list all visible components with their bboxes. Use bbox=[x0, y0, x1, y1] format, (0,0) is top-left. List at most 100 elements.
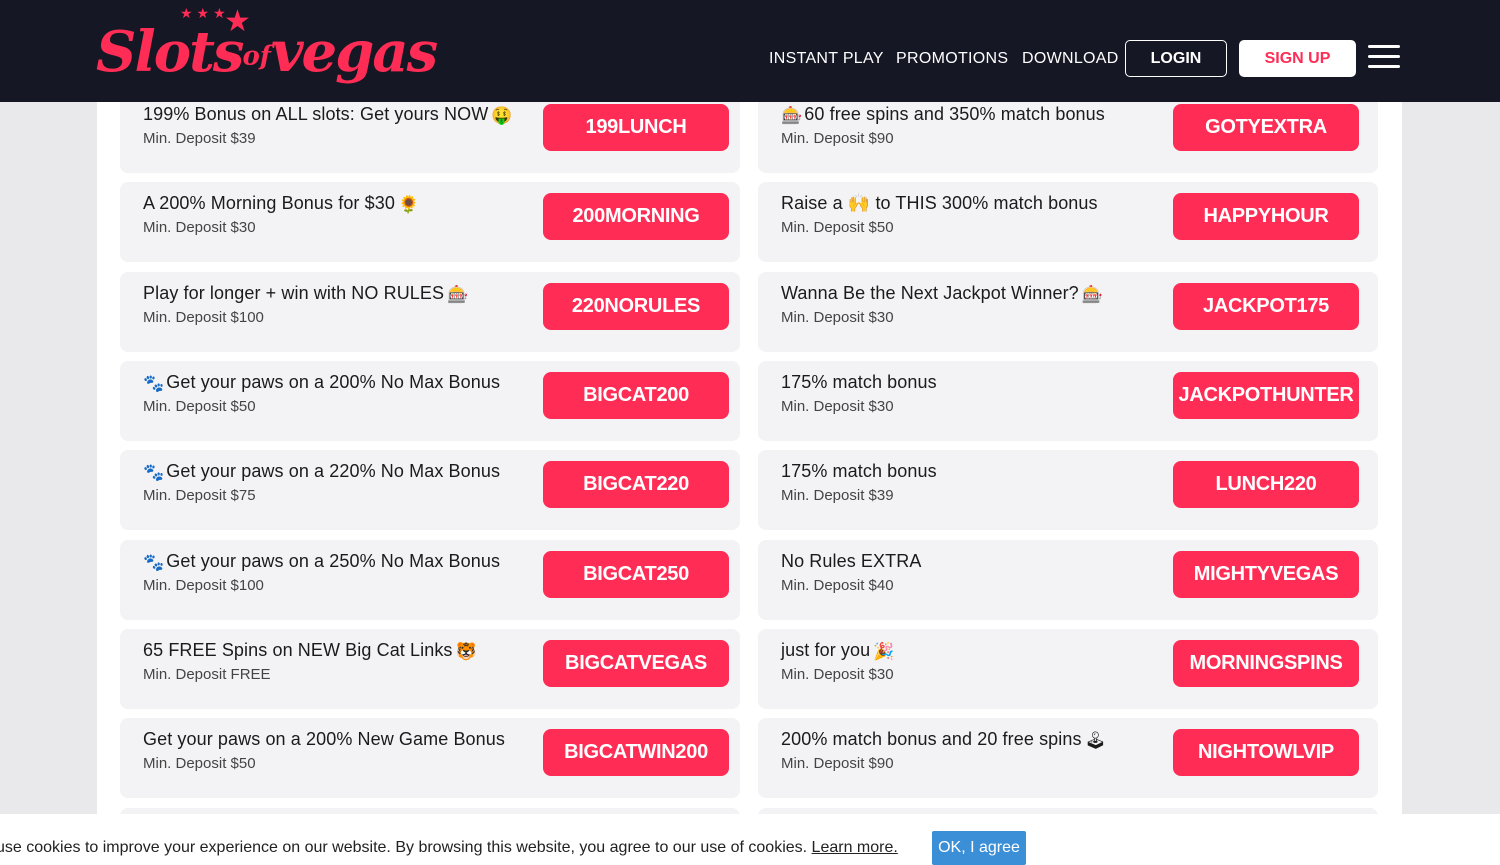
promo-min-deposit: Min. Deposit $90 bbox=[781, 130, 894, 147]
promo-min-deposit: Min. Deposit $90 bbox=[781, 755, 894, 772]
promo-code-button[interactable]: BIGCATVEGAS bbox=[543, 640, 729, 687]
promo-title: 65 FREE Spins on NEW Big Cat Links 🐯 bbox=[143, 639, 480, 663]
promo-min-deposit: Min. Deposit $30 bbox=[781, 398, 894, 415]
promo-code-button[interactable]: JACKPOT175 bbox=[1173, 283, 1359, 330]
promo-title-text: Play for longer + win with NO RULES bbox=[143, 283, 445, 303]
promo-card: No Rules EXTRA Min. Deposit $40 MIGHTYVEGA… bbox=[758, 540, 1378, 620]
promo-emoji-icon: 🎉 bbox=[873, 642, 895, 661]
cookie-text: use cookies to improve your experience o… bbox=[0, 839, 898, 857]
site-header: ★★★ ★ Slotsofvegas INSTANT PLAY PROMOTIO… bbox=[0, 0, 1500, 102]
promo-title: 175% match bonus bbox=[781, 371, 937, 393]
promo-title-text: No Rules EXTRA bbox=[781, 551, 922, 571]
promo-card: 65 FREE Spins on NEW Big Cat Links 🐯 Min. … bbox=[120, 629, 740, 709]
promo-title: 🐾 Get your paws on a 200% No Max Bonus bbox=[143, 371, 500, 395]
promo-title-text: Raise a 🙌 to THIS 300% match bonus bbox=[781, 193, 1098, 213]
promo-min-deposit: Min. Deposit $30 bbox=[781, 309, 894, 326]
promo-title: 199% Bonus on ALL slots: Get yours NOW 🤑 bbox=[143, 103, 516, 127]
promo-title: 175% match bonus bbox=[781, 460, 937, 482]
promo-card: Get your paws on a 200% New Game Bonus Mi… bbox=[120, 718, 740, 798]
promo-title: Get your paws on a 200% New Game Bonus bbox=[143, 728, 505, 750]
logo-word-vegas: vegas bbox=[271, 19, 438, 85]
promo-title-text: Get your paws on a 250% No Max Bonus bbox=[166, 551, 501, 571]
promo-card: Wanna Be the Next Jackpot Winner? 🎰 Min. D… bbox=[758, 272, 1378, 352]
promo-title: Raise a 🙌 to THIS 300% match bonus bbox=[781, 192, 1098, 214]
promo-code-button[interactable]: BIGCAT200 bbox=[543, 372, 729, 419]
promo-emoji-icon: 🐾 bbox=[143, 374, 165, 393]
promo-card: Raise a 🙌 to THIS 300% match bonus Min. D… bbox=[758, 182, 1378, 262]
promo-title-text: 65 FREE Spins on NEW Big Cat Links bbox=[143, 640, 453, 660]
promo-code-button[interactable]: NIGHTOWLVIP bbox=[1173, 729, 1359, 776]
promo-code-button[interactable]: JACKPOTHUNTER bbox=[1173, 372, 1359, 419]
promo-title-text: A 200% Morning Bonus for $30 bbox=[143, 193, 395, 213]
promo-title-text: 199% Bonus on ALL slots: Get yours NOW bbox=[143, 104, 489, 124]
promo-min-deposit: Min. Deposit $30 bbox=[781, 666, 894, 683]
logo-wordmark: Slotsofvegas bbox=[96, 19, 438, 88]
promo-code-button[interactable]: MIGHTYVEGAS bbox=[1173, 551, 1359, 598]
promo-min-deposit: Min. Deposit $50 bbox=[781, 219, 894, 236]
promo-title-text: just for you bbox=[781, 640, 871, 660]
promo-title-text: Wanna Be the Next Jackpot Winner? bbox=[781, 283, 1079, 303]
signup-button[interactable]: SIGN UP bbox=[1239, 40, 1356, 77]
promo-min-deposit: Min. Deposit FREE bbox=[143, 666, 271, 683]
promo-emoji-icon: 🐯 bbox=[455, 642, 477, 661]
promo-emoji-icon: 🎰 bbox=[781, 106, 803, 125]
cookie-agree-button[interactable]: OK, I agree bbox=[932, 831, 1026, 865]
promo-card: 199% Bonus on ALL slots: Get yours NOW 🤑 M… bbox=[120, 102, 740, 173]
promo-min-deposit: Min. Deposit $100 bbox=[143, 577, 264, 594]
promo-code-button[interactable]: BIGCAT220 bbox=[543, 461, 729, 508]
promo-code-button[interactable]: BIGCATWIN200 bbox=[543, 729, 729, 776]
nav-promotions[interactable]: PROMOTIONS bbox=[896, 48, 1008, 70]
promo-code-button[interactable]: MORNINGSPINS bbox=[1173, 640, 1359, 687]
promo-title-text: Get your paws on a 200% No Max Bonus bbox=[166, 372, 501, 392]
promo-card: 🐾 Get your paws on a 220% No Max Bonus Min… bbox=[120, 450, 740, 530]
promo-card: 175% match bonus Min. Deposit $39 LUNCH220 bbox=[758, 450, 1378, 530]
logo-word-of: of bbox=[242, 41, 271, 72]
nav-download[interactable]: DOWNLOAD bbox=[1022, 48, 1119, 70]
hamburger-menu-icon[interactable] bbox=[1368, 45, 1400, 69]
promo-title-text: 200% match bonus and 20 free spins bbox=[781, 729, 1082, 749]
promo-min-deposit: Min. Deposit $39 bbox=[781, 487, 894, 504]
promo-card: just for you 🎉 Min. Deposit $30 MORNINGSPIN… bbox=[758, 629, 1378, 709]
promo-emoji-icon: 🎰 bbox=[447, 285, 469, 304]
promo-min-deposit: Min. Deposit $100 bbox=[143, 309, 264, 326]
promo-title-text: Get your paws on a 200% New Game Bonus bbox=[143, 729, 505, 749]
promo-card: A 200% Morning Bonus for $30 🌻 Min. Deposi… bbox=[120, 182, 740, 262]
promo-code-button[interactable]: GOTYEXTRA bbox=[1173, 104, 1359, 151]
promo-min-deposit: Min. Deposit $40 bbox=[781, 577, 894, 594]
login-button[interactable]: LOGIN bbox=[1125, 40, 1227, 77]
promo-title: 200% match bonus and 20 free spins 🕹 bbox=[781, 728, 1109, 752]
promo-emoji-icon: 🎰 bbox=[1081, 285, 1104, 304]
promo-title: 🐾 Get your paws on a 220% No Max Bonus bbox=[143, 460, 500, 484]
promo-card: 200% match bonus and 20 free spins 🕹 Min. … bbox=[758, 718, 1378, 798]
cookie-banner: use cookies to improve your experience o… bbox=[0, 814, 1500, 865]
promo-title: Wanna Be the Next Jackpot Winner? 🎰 bbox=[781, 282, 1106, 306]
promo-title-text: 60 free spins and 350% match bonus bbox=[804, 104, 1105, 124]
promo-title: No Rules EXTRA bbox=[781, 550, 921, 572]
promo-code-button[interactable]: 220NORULES bbox=[543, 283, 729, 330]
promo-emoji-icon: 🐾 bbox=[143, 463, 165, 482]
promo-code-button[interactable]: 200MORNING bbox=[543, 193, 729, 240]
promo-emoji-icon: 🤑 bbox=[491, 106, 513, 125]
logo-word-slots: Slots bbox=[96, 19, 244, 85]
nav-instant-play[interactable]: INSTANT PLAY bbox=[769, 48, 884, 70]
promo-title: 🎰 60 free spins and 350% match bonus bbox=[781, 103, 1105, 127]
cookie-learn-more-link[interactable]: Learn more. bbox=[812, 839, 898, 856]
promo-min-deposit: Min. Deposit $30 bbox=[143, 219, 256, 236]
promo-card: 175% match bonus Min. Deposit $30 JACKPOTH… bbox=[758, 361, 1378, 441]
site-logo[interactable]: ★★★ ★ Slotsofvegas bbox=[96, 4, 438, 94]
promo-min-deposit: Min. Deposit $50 bbox=[143, 398, 256, 415]
promo-code-button[interactable]: LUNCH220 bbox=[1173, 461, 1359, 508]
promo-title: A 200% Morning Bonus for $30 🌻 bbox=[143, 192, 422, 216]
promo-min-deposit: Min. Deposit $75 bbox=[143, 487, 256, 504]
promo-code-button[interactable]: BIGCAT250 bbox=[543, 551, 729, 598]
promo-card: 🐾 Get your paws on a 250% No Max Bonus Min… bbox=[120, 540, 740, 620]
cookie-message: use cookies to improve your experience o… bbox=[0, 839, 808, 856]
promo-card: 🎰 60 free spins and 350% match bonus Min. … bbox=[758, 102, 1378, 173]
promo-title-text: 175% match bonus bbox=[781, 372, 937, 392]
promo-title: just for you 🎉 bbox=[781, 639, 898, 663]
promo-card: 🐾 Get your paws on a 200% No Max Bonus Min… bbox=[120, 361, 740, 441]
promo-emoji-icon: 🐾 bbox=[143, 553, 165, 572]
promo-code-button[interactable]: 199LUNCH bbox=[543, 104, 729, 151]
promo-min-deposit: Min. Deposit $50 bbox=[143, 755, 256, 772]
promo-code-button[interactable]: HAPPYHOUR bbox=[1173, 193, 1359, 240]
